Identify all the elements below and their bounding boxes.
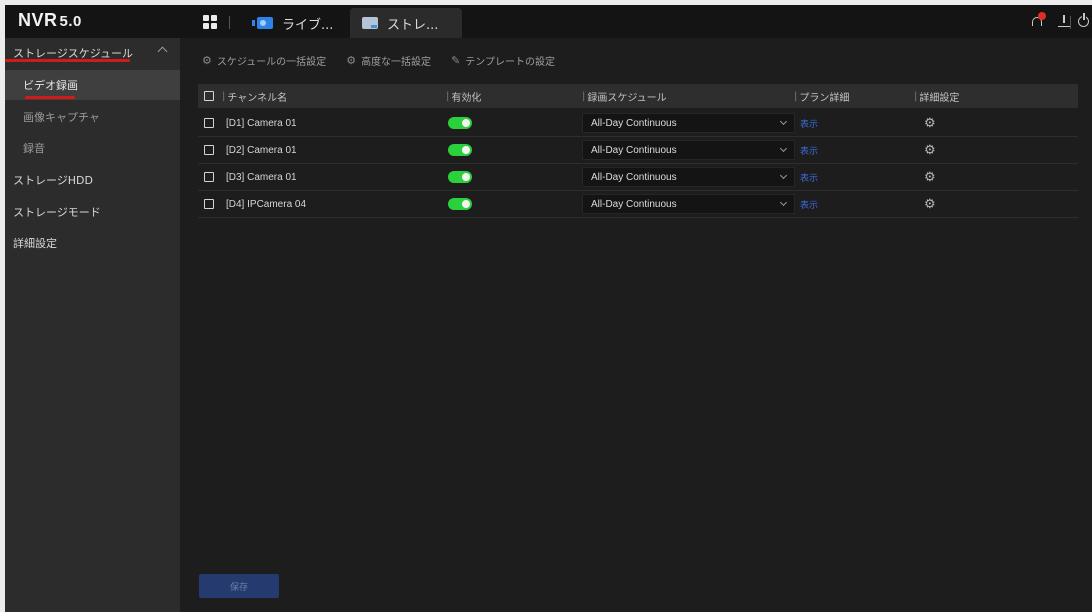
table-row: [D2] Camera 01 All-Day Continuous 表示 ⚙ — [198, 137, 1078, 164]
row-checkbox[interactable] — [204, 191, 214, 217]
divider — [229, 16, 230, 29]
select-all-checkbox[interactable] — [204, 84, 214, 108]
channel-name: [D4] IPCamera 04 — [226, 198, 307, 210]
gear-icon[interactable]: ⚙ — [924, 110, 936, 136]
app-logo: NVR 5.0 — [18, 10, 82, 30]
save-button[interactable]: 保存 — [199, 574, 279, 598]
enable-toggle[interactable] — [448, 164, 472, 190]
alarm-bell-icon[interactable] — [1031, 12, 1046, 27]
toolbar: ⚙ スケジュールの一括設定 ⚙ 高度な一括設定 ✎ テンプレートの設定 — [202, 53, 575, 68]
chevron-down-icon — [779, 117, 788, 126]
sidebar-item-label: ストレージHDD — [13, 174, 93, 187]
chevron-down-icon — [779, 144, 788, 153]
pencil-icon: ✎ — [451, 54, 461, 67]
column-header-channel: チャンネル名 — [222, 84, 287, 108]
gear-icon: ⚙ — [346, 54, 357, 67]
download-icon[interactable] — [1058, 15, 1070, 27]
plan-view-link[interactable]: 表示 — [800, 191, 818, 217]
tab-label: ライブ... — [282, 17, 334, 33]
enable-toggle[interactable] — [448, 191, 472, 217]
schedule-select[interactable]: All-Day Continuous — [582, 110, 795, 136]
channel-name: [D3] Camera 01 — [226, 171, 297, 183]
row-checkbox[interactable] — [204, 164, 214, 190]
gear-icon[interactable]: ⚙ — [924, 164, 936, 190]
table-row: [D1] Camera 01 All-Day Continuous 表示 ⚙ — [198, 110, 1078, 137]
sidebar-item-storage-mode[interactable]: ストレージモード — [5, 197, 180, 227]
storage-icon — [362, 17, 378, 29]
tab-live-view[interactable]: ライブ... — [245, 8, 345, 38]
sidebar-item-label: 画像キャプチャ — [23, 111, 100, 124]
sidebar-item-label: ビデオ録画 — [23, 79, 78, 92]
column-header-schedule: 録画スケジュール — [582, 84, 666, 108]
chevron-down-icon — [779, 198, 788, 207]
chevron-down-icon — [779, 171, 788, 180]
plan-view-link[interactable]: 表示 — [800, 164, 818, 190]
column-header-plan: プラン詳細 — [794, 84, 849, 108]
top-bar: NVR 5.0 ライブ... ストレ... — [5, 5, 1092, 38]
plan-view-link[interactable]: 表示 — [800, 137, 818, 163]
channel-name: [D1] Camera 01 — [226, 117, 297, 129]
table-row: [D3] Camera 01 All-Day Continuous 表示 ⚙ — [198, 164, 1078, 191]
gear-icon[interactable]: ⚙ — [924, 137, 936, 163]
gear-icon[interactable]: ⚙ — [924, 191, 936, 217]
power-icon[interactable] — [1078, 13, 1089, 27]
sidebar-item-label: 録音 — [23, 142, 45, 155]
schedule-select[interactable]: All-Day Continuous — [582, 137, 795, 163]
schedule-select[interactable]: All-Day Continuous — [582, 191, 795, 217]
sidebar-item-storage-schedule[interactable]: ストレージスケジュール — [5, 38, 180, 68]
table-header: チャンネル名 有効化 録画スケジュール プラン詳細 詳細設定 — [198, 84, 1078, 108]
highlight-underline — [5, 59, 130, 62]
highlight-underline — [25, 96, 75, 99]
enable-toggle[interactable] — [448, 137, 472, 163]
button-label: スケジュールの一括設定 — [216, 57, 327, 68]
chevron-up-icon — [157, 46, 168, 57]
live-view-icon — [252, 17, 273, 29]
grid-menu-icon[interactable] — [203, 15, 217, 29]
advanced-batch-button[interactable]: ⚙ 高度な一括設定 — [346, 53, 431, 68]
sidebar-item-audio-recording[interactable]: 録音 — [5, 133, 180, 163]
button-label: 高度な一括設定 — [361, 57, 432, 68]
table-row: [D4] IPCamera 04 All-Day Continuous 表示 ⚙ — [198, 191, 1078, 218]
gear-icon: ⚙ — [202, 54, 212, 67]
sidebar-item-label: 詳細設定 — [13, 237, 57, 250]
sidebar-item-image-capture[interactable]: 画像キャプチャ — [5, 102, 180, 132]
sidebar-item-advanced[interactable]: 詳細設定 — [5, 228, 180, 258]
column-header-advanced: 詳細設定 — [914, 84, 959, 108]
button-label: テンプレートの設定 — [465, 57, 555, 68]
row-checkbox[interactable] — [204, 110, 214, 136]
plan-view-link[interactable]: 表示 — [800, 110, 818, 136]
row-checkbox[interactable] — [204, 137, 214, 163]
enable-toggle[interactable] — [448, 110, 472, 136]
divider — [1070, 16, 1071, 29]
schedule-select[interactable]: All-Day Continuous — [582, 164, 795, 190]
batch-schedule-button[interactable]: ⚙ スケジュールの一括設定 — [202, 53, 326, 68]
tab-storage[interactable]: ストレ... — [350, 8, 462, 38]
channel-name: [D2] Camera 01 — [226, 144, 297, 156]
main-panel: ⚙ スケジュールの一括設定 ⚙ 高度な一括設定 ✎ テンプレートの設定 チャンネ… — [180, 38, 1092, 612]
sidebar: ストレージスケジュール ビデオ録画 画像キャプチャ 録音 ストレージHDD スト… — [5, 38, 180, 612]
sidebar-item-label: ストレージモード — [13, 206, 101, 219]
column-header-enable: 有効化 — [446, 84, 481, 108]
template-settings-button[interactable]: ✎ テンプレートの設定 — [451, 53, 555, 68]
sidebar-item-storage-hdd[interactable]: ストレージHDD — [5, 165, 180, 195]
tab-label: ストレ... — [387, 17, 439, 33]
